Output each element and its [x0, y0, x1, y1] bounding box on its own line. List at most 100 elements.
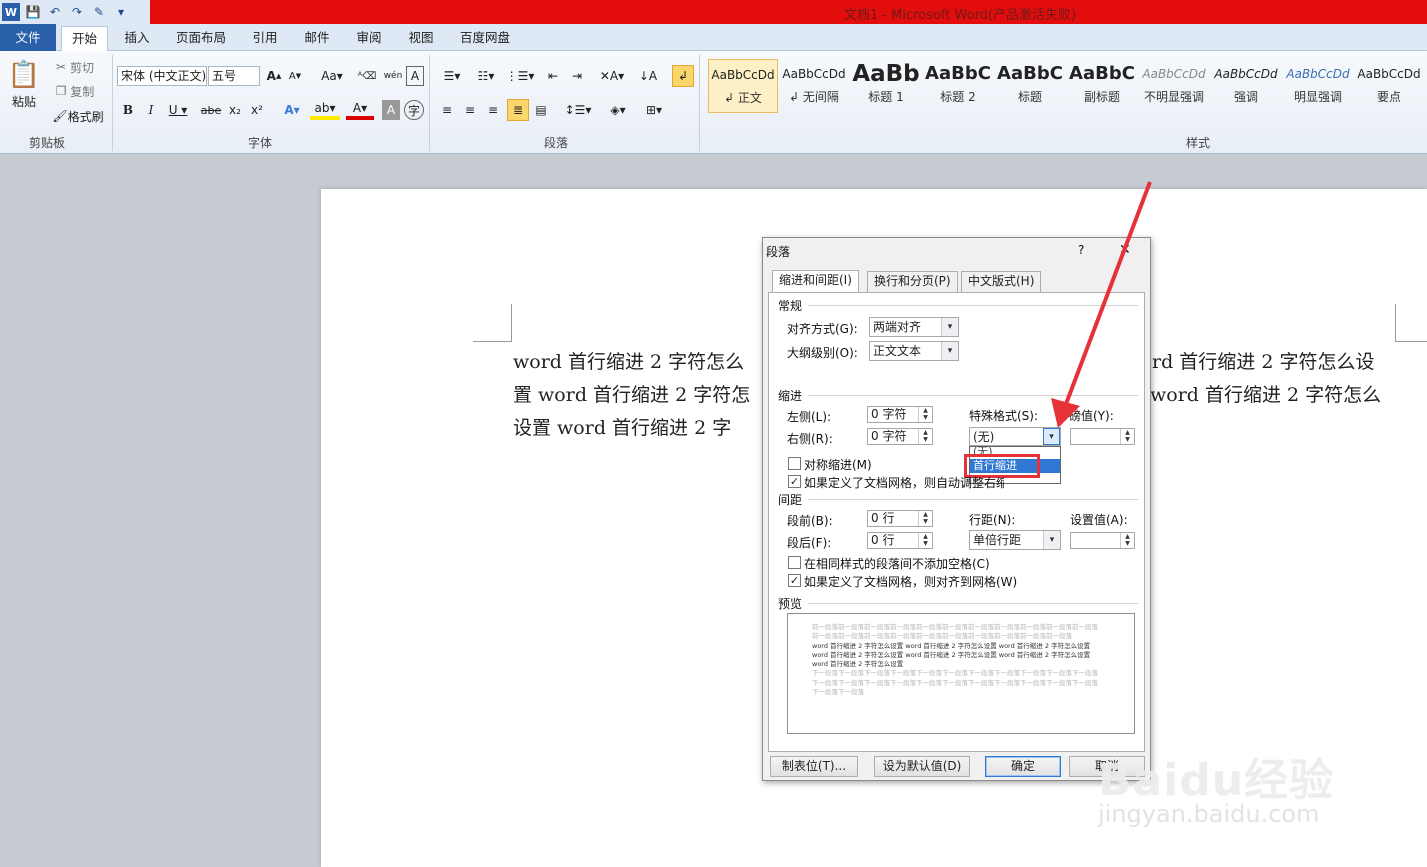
enclose-char-icon[interactable]: 字 [404, 100, 424, 120]
mirror-indents-checkbox[interactable] [788, 457, 801, 470]
clipboard-group-label: 剪贴板 [28, 136, 65, 150]
copy-button[interactable]: ❐ 复制 [50, 83, 100, 99]
no-space-label: 在相同样式的段落间不添加空格(C) [804, 557, 990, 571]
tab-home[interactable]: 开始 [61, 26, 108, 52]
space-after-input[interactable]: 0 行 ▲ ▼ [867, 532, 933, 549]
margin-mark [1395, 304, 1396, 342]
outline-level-select[interactable]: 正文文本 ▾ [869, 341, 959, 361]
redo-icon[interactable]: ↷ [68, 3, 86, 21]
change-case-icon[interactable]: Aa▾ [318, 66, 346, 86]
tab-view[interactable]: 视图 [404, 26, 438, 51]
at-label: 设置值(A): [1070, 513, 1128, 527]
paste-icon[interactable]: 📋 [8, 57, 40, 93]
tabs-button[interactable]: 制表位(T)... [770, 756, 858, 777]
tab-insert[interactable]: 插入 [120, 26, 154, 51]
tab-page-layout[interactable]: 页面布局 [172, 26, 230, 51]
by-input[interactable]: ▲ ▼ [1070, 428, 1135, 445]
alignment-select[interactable]: 两端对齐 ▾ [869, 317, 959, 337]
line-spacing-select[interactable]: 单倍行距 ▾ [969, 530, 1061, 550]
no-space-checkbox[interactable] [788, 556, 801, 569]
tab-references[interactable]: 引用 [248, 26, 282, 51]
undo-icon[interactable]: ↶ [46, 3, 64, 21]
bullets-icon[interactable]: ☰▾ [438, 66, 466, 86]
borders-icon[interactable]: ⊞▾ [640, 100, 668, 120]
style-subtitle[interactable]: AaBbC 副标题 [1067, 59, 1137, 113]
superscript-icon[interactable]: x² [248, 100, 266, 120]
spinner-arrows-icon[interactable]: ▲ ▼ [918, 511, 932, 526]
snap-grid-checkbox[interactable]: ✓ [788, 574, 801, 587]
style-normal[interactable]: AaBbCcDd ↲ 正文 [708, 59, 778, 113]
underline-icon[interactable]: U ▾ [166, 100, 190, 120]
strikethrough-icon[interactable]: abe [200, 100, 222, 120]
char-border-icon[interactable]: A [406, 66, 424, 86]
paragraph-dialog: 段落 ? ✕ 缩进和间距(I) 换行和分页(P) 中文版式(H) 常规 对齐方式… [762, 237, 1151, 781]
grow-font-icon[interactable]: A ▲ [265, 66, 283, 86]
font-name-combo[interactable]: 宋体 (中文正文) [117, 66, 207, 86]
style-strong[interactable]: AaBbCcDd 要点 [1354, 59, 1424, 113]
distributed-icon[interactable]: ▤ [532, 100, 550, 120]
bold-icon[interactable]: B [120, 100, 136, 120]
save-icon[interactable]: 💾 [24, 3, 42, 21]
left-indent-input[interactable]: 0 字符 ▲ ▼ [867, 406, 933, 423]
show-marks-icon[interactable]: ↲ [672, 65, 694, 87]
divider [808, 305, 1138, 306]
align-center-icon[interactable]: ≡ [461, 100, 479, 120]
style-heading-2[interactable]: AaBbC 标题 2 [923, 59, 993, 113]
cut-button[interactable]: ✂ 剪切 [50, 59, 100, 75]
shading-icon[interactable]: ◈▾ [604, 100, 632, 120]
tab-file[interactable]: 文件 [0, 24, 56, 51]
char-shading-icon[interactable]: A [382, 100, 400, 120]
style-title[interactable]: AaBbC 标题 [995, 59, 1065, 113]
at-input[interactable]: ▲ ▼ [1070, 532, 1135, 549]
format-painter-button[interactable]: 🖌 格式刷 [50, 108, 106, 124]
spinner-arrows-icon[interactable]: ▲ ▼ [918, 429, 932, 444]
line-spacing-value: 单倍行距 [973, 533, 1022, 547]
style-no-spacing[interactable]: AaBbCcDd ↲ 无间隔 [779, 59, 849, 113]
auto-adjust-checkbox[interactable]: ✓ [788, 475, 801, 488]
italic-icon[interactable]: I [143, 100, 159, 120]
margin-mark [511, 304, 512, 342]
align-left-icon[interactable]: ≡ [438, 100, 456, 120]
sort-icon[interactable]: ↓A [638, 66, 658, 86]
style-subtle-emphasis[interactable]: AaBbCcDd 不明显强调 [1139, 59, 1209, 113]
font-size-combo[interactable]: 五号 [208, 66, 260, 86]
style-emphasis[interactable]: AaBbCcDd 强调 [1211, 59, 1281, 113]
align-right-icon[interactable]: ≡ [484, 100, 502, 120]
special-format-select[interactable]: (无) ▾ [969, 427, 1061, 446]
chevron-down-icon[interactable]: ▾ [1043, 428, 1060, 445]
style-heading-1[interactable]: AaBb 标题 1 [851, 59, 921, 113]
tab-mailings[interactable]: 邮件 [300, 26, 334, 51]
customize-icon[interactable]: ✎ [90, 3, 108, 21]
spinner-arrows-icon[interactable]: ▲ ▼ [1120, 429, 1134, 444]
numbering-icon[interactable]: ☷▾ [472, 66, 500, 86]
qat-dropdown-icon[interactable]: ▾ [112, 3, 130, 21]
multilevel-list-icon[interactable]: ⋮☰▾ [506, 66, 535, 86]
paste-button[interactable]: 粘贴 [6, 93, 42, 109]
style-sample: AaBbCcDd [1286, 67, 1350, 81]
text-effects-icon[interactable]: A▾ [280, 100, 304, 120]
highlight-icon[interactable]: ab▾ [310, 100, 340, 120]
style-sample: AaBb [852, 61, 920, 87]
tab-baidu-netdisk[interactable]: 百度网盘 [456, 26, 514, 51]
line-spacing-icon[interactable]: ↕☰▾ [564, 100, 592, 120]
subscript-icon[interactable]: x₂ [226, 100, 244, 120]
right-indent-input[interactable]: 0 字符 ▲ ▼ [867, 428, 933, 445]
shrink-font-icon[interactable]: A ▼ [286, 66, 304, 86]
style-sample: AaBbCcDd [1214, 67, 1278, 81]
justify-icon[interactable]: ≣ [507, 99, 529, 121]
tab-review[interactable]: 审阅 [352, 26, 386, 51]
spinner-arrows-icon[interactable]: ▲ ▼ [1120, 533, 1134, 548]
spinner-arrows-icon[interactable]: ▲ ▼ [918, 407, 932, 422]
space-before-input[interactable]: 0 行 ▲ ▼ [867, 510, 933, 527]
set-default-button[interactable]: 设为默认值(D) [874, 756, 970, 777]
font-color-icon[interactable]: A▾ [346, 100, 374, 120]
phonetic-guide-icon[interactable]: wén [382, 66, 404, 86]
spinner-arrows-icon[interactable]: ▲ ▼ [918, 533, 932, 548]
window-title: 文档1 - Microsoft Word(产品激活失败) [843, 8, 1077, 23]
clear-format-icon[interactable]: ᴬ⌫ [358, 66, 376, 86]
decrease-indent-icon[interactable]: ⇤ [544, 66, 562, 86]
chinese-layout-icon[interactable]: ✕A▾ [598, 66, 626, 86]
ok-button[interactable]: 确定 [985, 756, 1061, 777]
increase-indent-icon[interactable]: ⇥ [568, 66, 586, 86]
style-intense-emphasis[interactable]: AaBbCcDd 明显强调 [1283, 59, 1353, 113]
